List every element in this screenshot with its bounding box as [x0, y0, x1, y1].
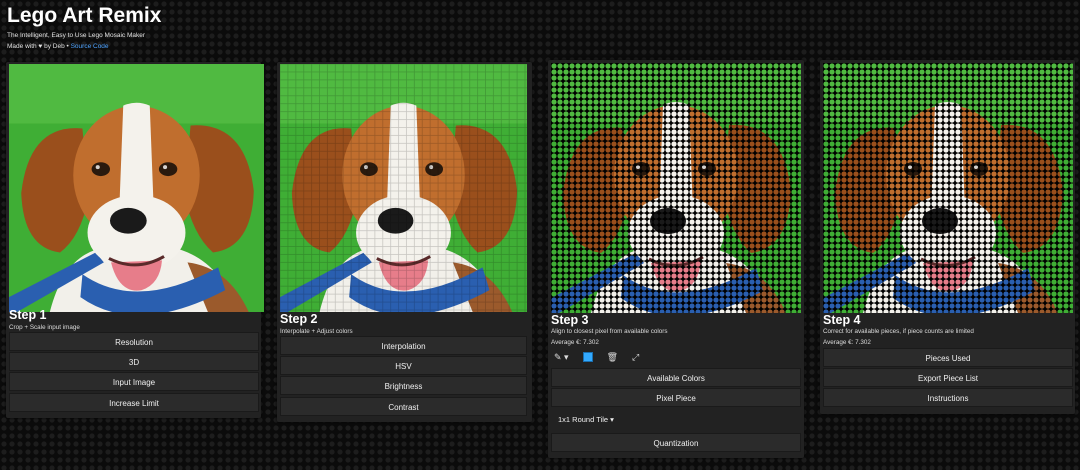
- made-with-text: Made with ♥ by Deb •: [7, 43, 69, 50]
- step3-title: Step 3: [551, 313, 589, 327]
- 3d-button[interactable]: 3D: [9, 352, 259, 371]
- app-subtitle: The Intelligent, Easy to Use Lego Mosaic…: [7, 32, 146, 39]
- step3-desc: Align to closest pixel from available co…: [551, 328, 668, 335]
- instructions-button[interactable]: Instructions: [823, 388, 1073, 407]
- trash-icon[interactable]: 🗑: [607, 350, 618, 364]
- input-image[interactable]: [9, 64, 264, 312]
- pencil-icon[interactable]: ✎ ▾: [554, 350, 569, 364]
- piece-type-select[interactable]: 1x1 Round Tile ▾: [558, 413, 614, 427]
- credit-line: Made with ♥ by Deb • Source Code: [7, 43, 161, 50]
- source-code-link[interactable]: Source Code: [71, 43, 109, 50]
- step4-average: Average €: 7.302: [823, 339, 871, 346]
- available-colors-button[interactable]: Available Colors: [551, 368, 801, 387]
- quantized-mosaic[interactable]: [551, 63, 801, 313]
- interpolated-image: [280, 64, 527, 312]
- export-piece-list-button[interactable]: Export Piece List: [823, 368, 1073, 387]
- resolution-button[interactable]: Resolution: [9, 332, 259, 351]
- step4-desc: Correct for available pieces, if piece c…: [823, 328, 974, 335]
- contrast-button[interactable]: Contrast: [280, 397, 527, 416]
- step1-title: Step 1: [9, 308, 47, 322]
- color-swatch-icon[interactable]: [582, 352, 593, 362]
- step1-desc: Crop + Scale input image: [9, 324, 80, 331]
- expand-icon[interactable]: ⤢: [632, 350, 639, 364]
- step3-toolbar: ✎ ▾ 🗑 ⤢: [554, 350, 639, 364]
- interpolation-button[interactable]: Interpolation: [280, 336, 527, 355]
- pixel-piece-button[interactable]: Pixel Piece: [551, 388, 801, 407]
- app-title: Lego Art Remix: [7, 4, 162, 27]
- pieces-used-button[interactable]: Pieces Used: [823, 348, 1073, 367]
- step4-card: Step 4 Correct for available pieces, if …: [820, 60, 1075, 414]
- input-image-button[interactable]: Input Image: [9, 372, 259, 391]
- step2-card: Step 2 Interpolate + Adjust colors Inter…: [277, 62, 532, 422]
- step4-title: Step 4: [823, 313, 861, 327]
- brightness-button[interactable]: Brightness: [280, 376, 527, 395]
- hsv-button[interactable]: HSV: [280, 356, 527, 375]
- step3-average: Average €: 7.302: [551, 339, 599, 346]
- quantization-button[interactable]: Quantization: [551, 433, 801, 452]
- app-header: Lego Art Remix The Intelligent, Easy to …: [7, 3, 161, 50]
- step2-desc: Interpolate + Adjust colors: [280, 328, 353, 335]
- increase-limit-button[interactable]: Increase Limit: [9, 393, 259, 412]
- step2-title: Step 2: [280, 312, 318, 326]
- final-mosaic[interactable]: [823, 63, 1073, 313]
- step3-card: Step 3 Align to closest pixel from avail…: [548, 60, 804, 458]
- step1-card: Step 1 Crop + Scale input image Resoluti…: [6, 62, 264, 418]
